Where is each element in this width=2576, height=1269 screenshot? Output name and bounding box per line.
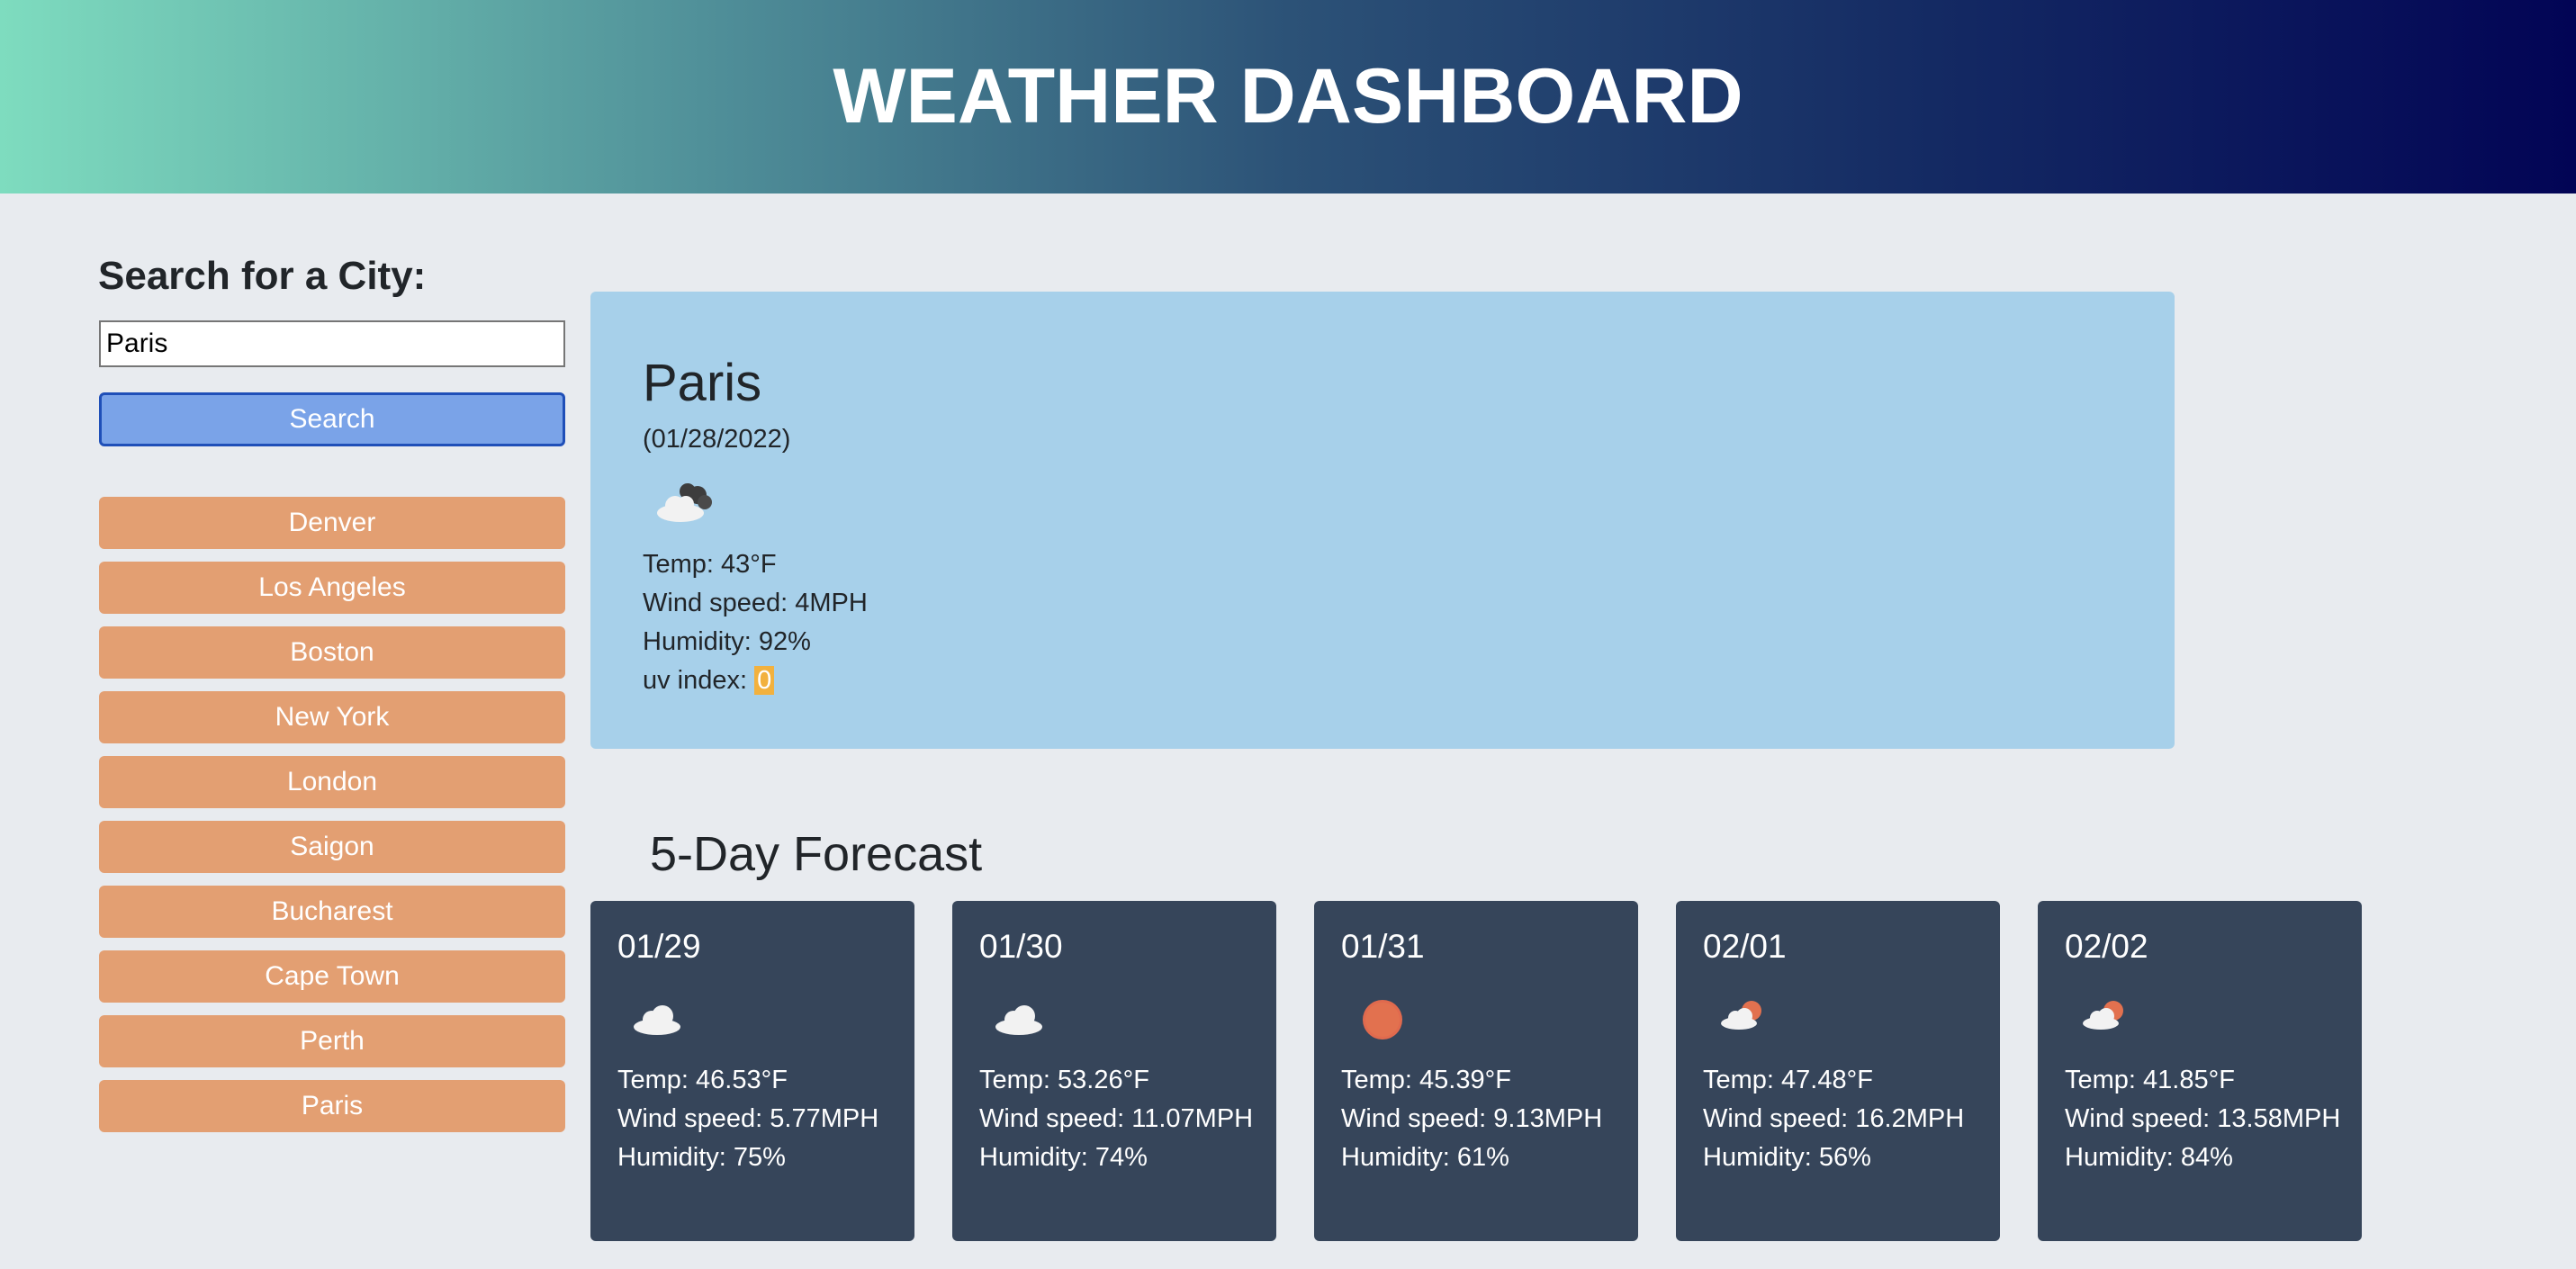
history-city-button[interactable]: Denver <box>99 497 565 549</box>
forecast-date: 01/29 <box>617 928 701 965</box>
forecast-temp: Temp: 53.26°F <box>979 1066 1149 1094</box>
forecast-stats: Temp: 53.26°F Wind speed: 11.07MPH Humid… <box>979 1061 1264 1177</box>
forecast-stats: Temp: 41.85°F Wind speed: 13.58MPH Humid… <box>2065 1061 2349 1177</box>
uv-index-badge: 0 <box>754 666 775 695</box>
current-uv: uv index: 0 <box>643 662 868 700</box>
history-city-button[interactable]: Perth <box>99 1015 565 1067</box>
app-header: WEATHER DASHBOARD <box>0 0 2576 194</box>
forecast-card: 02/02 Temp: 41.85°F Wind speed: 13.58MPH… <box>2038 901 2362 1241</box>
history-city-button[interactable]: Bucharest <box>99 886 565 938</box>
forecast-stats: Temp: 47.48°F Wind speed: 16.2MPH Humidi… <box>1703 1061 1987 1177</box>
forecast-temp: Temp: 41.85°F <box>2065 1066 2235 1094</box>
history-city-button[interactable]: Boston <box>99 626 565 679</box>
forecast-title: 5-Day Forecast <box>650 827 983 881</box>
forecast-humidity: Humidity: 75% <box>617 1143 786 1172</box>
forecast-card: 01/29 Temp: 46.53°F Wind speed: 5.77MPH … <box>590 901 914 1241</box>
forecast-humidity: Humidity: 84% <box>2065 1143 2233 1172</box>
forecast-temp: Temp: 47.48°F <box>1703 1066 1873 1094</box>
forecast-card: 01/31 Temp: 45.39°F Wind speed: 9.13MPH … <box>1314 901 1638 1241</box>
forecast-humidity: Humidity: 61% <box>1341 1143 1509 1172</box>
current-humidity: Humidity: 92% <box>643 627 811 656</box>
forecast-humidity: Humidity: 56% <box>1703 1143 1871 1172</box>
history-city-button[interactable]: Los Angeles <box>99 562 565 614</box>
history-city-button[interactable]: New York <box>99 691 565 743</box>
forecast-humidity: Humidity: 74% <box>979 1143 1148 1172</box>
forecast-date: 02/02 <box>2065 928 2148 965</box>
forecast-temp: Temp: 46.53°F <box>617 1066 788 1094</box>
forecast-wind: Wind speed: 16.2MPH <box>1703 1104 1965 1133</box>
cloud-icon <box>628 994 691 1043</box>
history-city-button[interactable]: Paris <box>99 1080 565 1132</box>
current-weather-card: Paris (01/28/2022) Temp: 43°F Wind speed… <box>590 292 2175 749</box>
history-city-button[interactable]: Cape Town <box>99 950 565 1003</box>
forecast-card: 02/01 Temp: 47.48°F Wind speed: 16.2MPH … <box>1676 901 2000 1241</box>
current-city-name: Paris <box>643 354 762 412</box>
current-date: (01/28/2022) <box>643 425 791 454</box>
forecast-wind: Wind speed: 9.13MPH <box>1341 1104 1603 1133</box>
forecast-date: 01/31 <box>1341 928 1425 965</box>
cloud-icon <box>990 994 1053 1043</box>
forecast-wind: Wind speed: 13.58MPH <box>2065 1104 2341 1133</box>
sun-icon <box>1352 994 1415 1043</box>
search-button[interactable]: Search <box>99 392 565 446</box>
forecast-stats: Temp: 45.39°F Wind speed: 9.13MPH Humidi… <box>1341 1061 1626 1177</box>
forecast-date: 02/01 <box>1703 928 1787 965</box>
page-title: WEATHER DASHBOARD <box>833 53 1743 140</box>
current-stats: Temp: 43°F Wind speed: 4MPH Humidity: 92… <box>643 545 868 700</box>
history-city-button[interactable]: Saigon <box>99 821 565 873</box>
city-search-input[interactable] <box>99 320 565 367</box>
forecast-row: 01/29 Temp: 46.53°F Wind speed: 5.77MPH … <box>590 901 2362 1241</box>
forecast-date: 01/30 <box>979 928 1063 965</box>
forecast-temp: Temp: 45.39°F <box>1341 1066 1511 1094</box>
current-temp: Temp: 43°F <box>643 550 777 579</box>
search-label: Search for a City: <box>98 254 427 298</box>
uv-label: uv index: <box>643 666 755 695</box>
search-history-list: Denver Los Angeles Boston New York Londo… <box>99 497 565 1145</box>
forecast-wind: Wind speed: 11.07MPH <box>979 1104 1254 1133</box>
current-wind: Wind speed: 4MPH <box>643 589 868 617</box>
history-city-button[interactable]: London <box>99 756 565 808</box>
partly-cloudy-icon <box>2076 994 2139 1043</box>
forecast-stats: Temp: 46.53°F Wind speed: 5.77MPH Humidi… <box>617 1061 902 1177</box>
broken-clouds-icon <box>648 477 716 527</box>
partly-cloudy-icon <box>1714 994 1777 1043</box>
forecast-card: 01/30 Temp: 53.26°F Wind speed: 11.07MPH… <box>952 901 1276 1241</box>
forecast-wind: Wind speed: 5.77MPH <box>617 1104 879 1133</box>
